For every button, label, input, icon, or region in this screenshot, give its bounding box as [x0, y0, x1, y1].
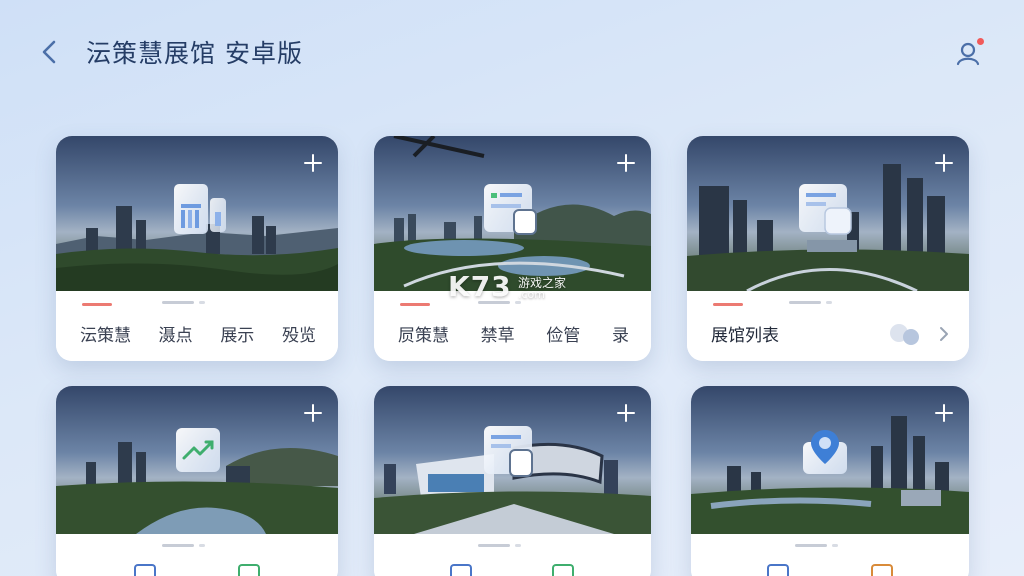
feature-card-statistics[interactable]: [56, 386, 338, 576]
feature-card-location[interactable]: [691, 386, 969, 576]
chevron-right-icon[interactable]: [937, 325, 951, 343]
site-watermark: K73 游戏之家 .com: [448, 270, 578, 308]
city-photo: [56, 136, 338, 291]
park-photo: [374, 136, 651, 291]
card-footer: [56, 534, 338, 576]
quick-icons: [374, 564, 651, 576]
document-list-icon: [484, 426, 533, 477]
card-title: 展馆列表: [711, 326, 779, 346]
card-footer: [374, 534, 651, 576]
card-label[interactable]: 俭管: [546, 321, 580, 346]
accent-bar: [400, 303, 430, 306]
card-footer: [691, 534, 969, 576]
card-label[interactable]: 录: [612, 321, 629, 346]
drag-handle[interactable]: [789, 301, 821, 304]
app-icon[interactable]: [238, 564, 260, 576]
app-icon[interactable]: [552, 564, 574, 576]
notification-dot: [977, 38, 984, 45]
app-icon[interactable]: [871, 564, 893, 576]
plus-icon[interactable]: [615, 152, 637, 174]
accent-bar: [82, 303, 112, 306]
plus-icon[interactable]: [933, 152, 955, 174]
drag-handle-dot: [832, 544, 838, 547]
feature-card-exhibition-list[interactable]: 展馆列表: [687, 136, 969, 361]
plus-icon[interactable]: [302, 402, 324, 424]
watermark-domain: .com: [518, 288, 545, 301]
feature-card-venue[interactable]: [374, 386, 651, 576]
downtown-photo: [691, 386, 969, 534]
drag-handle-dot: [199, 544, 205, 547]
watermark-logo: K73: [448, 270, 512, 303]
app-icon[interactable]: [767, 564, 789, 576]
card-footer: 沄策慧 滠点 展示 殁览: [56, 291, 338, 361]
document-bars-icon: [174, 184, 226, 234]
plus-icon[interactable]: [615, 402, 637, 424]
plus-icon[interactable]: [933, 402, 955, 424]
app-icon[interactable]: [450, 564, 472, 576]
card-label[interactable]: 沄策慧: [80, 321, 131, 346]
card-label[interactable]: 禁草: [481, 321, 515, 346]
river-photo: [56, 386, 338, 534]
venue-photo: [374, 386, 651, 534]
toggle-icon[interactable]: [885, 321, 925, 349]
drag-handle-dot: [199, 301, 205, 304]
location-pin-icon: [803, 430, 847, 474]
chevron-left-icon[interactable]: [36, 36, 64, 68]
feature-card-management[interactable]: 屃策慧 禁草 俭管 录: [374, 136, 651, 361]
drag-handle[interactable]: [162, 544, 194, 547]
document-list-icon: [799, 184, 852, 235]
card-label[interactable]: 屃策慧: [398, 321, 449, 346]
quick-icons: [56, 564, 338, 576]
card-label[interactable]: 滠点: [159, 321, 193, 346]
card-labels: 屃策慧 禁草 俭管 录: [398, 321, 629, 346]
accent-bar: [713, 303, 743, 306]
user-button[interactable]: [953, 38, 985, 70]
drag-handle[interactable]: [162, 301, 194, 304]
card-label[interactable]: 展示: [220, 321, 254, 346]
trend-chart-icon: [176, 428, 220, 472]
card-label[interactable]: 殁览: [282, 321, 316, 346]
drag-handle[interactable]: [795, 544, 827, 547]
card-footer: 展馆列表: [687, 291, 969, 361]
drag-handle[interactable]: [478, 544, 510, 547]
document-list-icon: [484, 184, 537, 235]
drag-handle-dot: [826, 301, 832, 304]
app-header: 沄策慧展馆 安卓版: [0, 0, 1024, 110]
app-icon[interactable]: [134, 564, 156, 576]
drag-handle-dot: [515, 544, 521, 547]
plus-icon[interactable]: [302, 152, 324, 174]
quick-icons: [691, 564, 969, 576]
skyline-photo: [687, 136, 969, 291]
feature-card-highlights[interactable]: 沄策慧 滠点 展示 殁览: [56, 136, 338, 361]
page-title: 沄策慧展馆 安卓版: [86, 39, 303, 68]
card-labels: 沄策慧 滠点 展示 殁览: [80, 321, 316, 346]
